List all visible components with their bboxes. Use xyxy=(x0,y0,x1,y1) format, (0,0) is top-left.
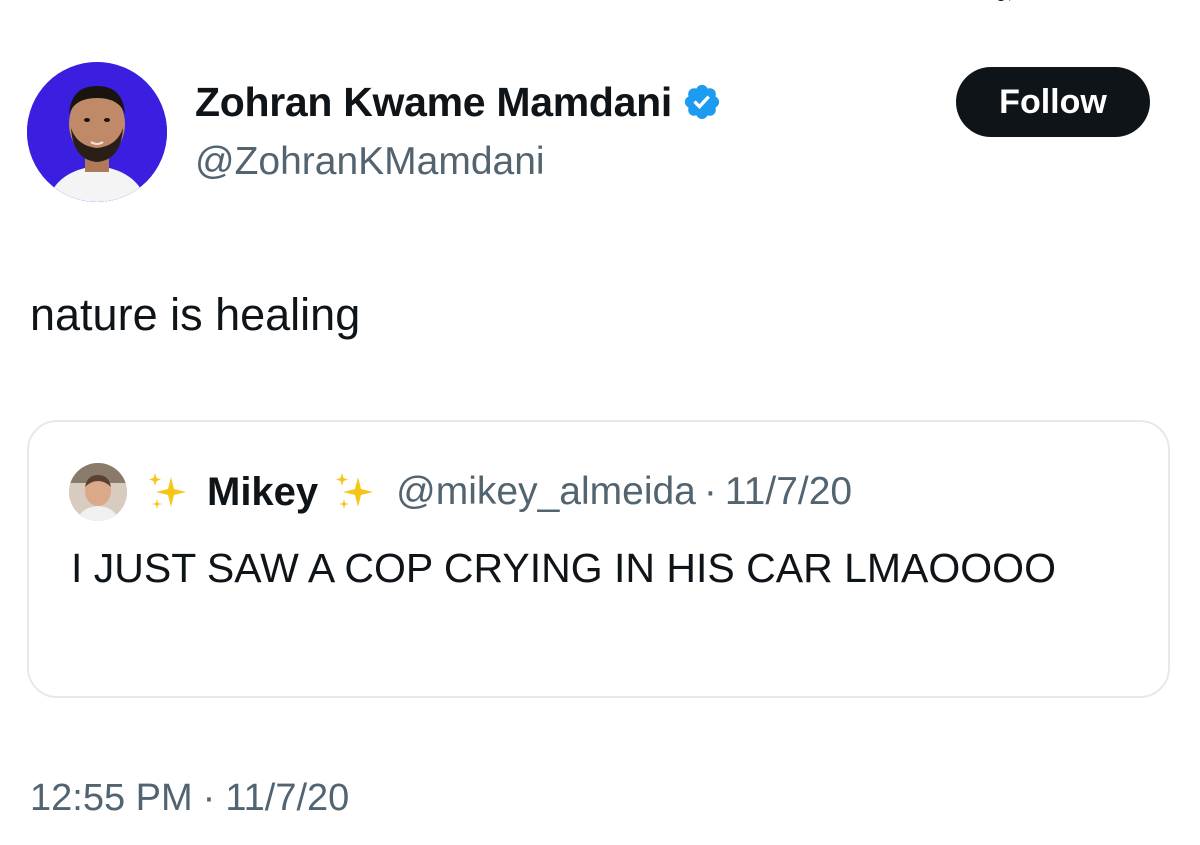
quoted-author-display-name[interactable]: Mikey xyxy=(207,470,318,515)
verified-badge-icon xyxy=(684,84,720,120)
quoted-tweet-text: I JUST SAW A COP CRYING IN HIS CAR LMAOO… xyxy=(71,545,1056,591)
timestamp-separator: · xyxy=(202,777,216,819)
sparkles-icon xyxy=(336,473,374,509)
quoted-author-avatar[interactable] xyxy=(69,463,127,521)
follow-button[interactable]: Follow xyxy=(956,67,1150,137)
tweet-time: 12:55 PM xyxy=(30,777,193,819)
tweet-text: nature is healing xyxy=(30,289,361,340)
author-avatar[interactable] xyxy=(27,62,167,202)
tweet-date: 11/7/20 xyxy=(225,777,350,819)
quoted-separator: · xyxy=(703,470,717,513)
avatar-portrait-icon xyxy=(27,62,167,202)
quoted-date[interactable]: 11/7/20 xyxy=(725,470,852,514)
author-handle[interactable]: @ZohranKMamdani xyxy=(195,140,545,184)
tweet-page: Zohran Kwame Mamdani @ZohranKMamdani Fol… xyxy=(0,0,1200,845)
tweet-header: Zohran Kwame Mamdani @ZohranKMamdani Fol… xyxy=(27,62,1152,204)
quoted-tweet-card[interactable]: Mikey @mikey_almeida · 11/7/20 I JUST SA… xyxy=(27,420,1170,698)
sparkles-icon xyxy=(149,473,186,509)
quoted-avatar-portrait-icon xyxy=(69,463,127,521)
tweet-timestamp[interactable]: 12:55 PM · 11/7/20 xyxy=(30,777,349,820)
author-name-row: Zohran Kwame Mamdani xyxy=(195,76,722,128)
cropped-decoration-icon xyxy=(997,0,1011,1)
author-display-name[interactable]: Zohran Kwame Mamdani xyxy=(195,79,672,126)
quoted-tweet-header: Mikey @mikey_almeida · 11/7/20 xyxy=(69,462,852,522)
quoted-author-handle[interactable]: @mikey_almeida xyxy=(396,470,696,514)
